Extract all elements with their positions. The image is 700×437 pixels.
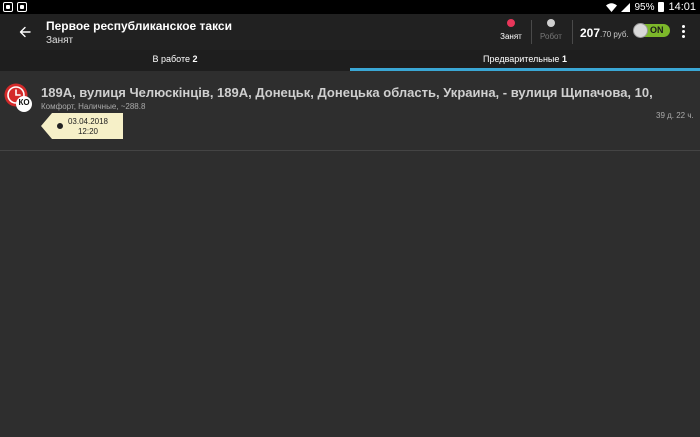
more-vert-dot	[681, 29, 685, 33]
tab-in-work-count: 2	[192, 54, 198, 64]
page-subtitle: Занят	[46, 35, 74, 46]
order-time: 12:20	[77, 127, 99, 136]
order-list-item[interactable]: КО 189А, вулиця Челюскінців, 189А, Донец…	[0, 73, 700, 151]
system-status-bar: 95% 14:01	[0, 0, 700, 14]
separator	[531, 20, 532, 44]
order-date: 03.04.2018	[67, 117, 109, 126]
battery-percent: 95%	[634, 1, 655, 13]
status-robot-button[interactable]: Робот	[533, 19, 569, 41]
notification-app-icon	[17, 2, 27, 12]
system-indicators: 95% 14:01	[606, 1, 696, 13]
tab-indicator	[350, 68, 700, 71]
tab-in-work[interactable]: В работе 2	[0, 50, 350, 71]
order-address: 189А, вулиця Челюскінців, 189А, Донецьк,…	[41, 85, 653, 100]
order-badge: КО	[18, 98, 30, 107]
more-vert-icon	[681, 24, 685, 28]
status-robot-label: Робот	[540, 32, 562, 41]
order-timer: 39 д. 22 ч.	[656, 111, 694, 120]
signal-icon	[621, 2, 631, 12]
tab-in-work-label: В работе	[152, 54, 190, 64]
order-date-tag: 03.04.2018 12:20	[41, 113, 123, 139]
notification-image-icon	[3, 2, 13, 12]
wifi-icon	[606, 2, 618, 12]
balance-amount: 207	[580, 26, 601, 40]
balance: 207.70 руб.	[580, 26, 629, 40]
clock-time: 14:01	[668, 1, 696, 13]
balance-cents: .70 руб.	[600, 30, 629, 39]
battery-icon	[658, 2, 665, 12]
status-robot-dot	[547, 19, 555, 27]
status-busy-button[interactable]: Занят	[493, 19, 529, 41]
online-toggle[interactable]: ON	[633, 23, 670, 38]
back-button[interactable]	[12, 19, 38, 45]
status-busy-dot	[507, 19, 515, 27]
more-vert-dot	[681, 34, 685, 38]
notification-icons	[3, 2, 27, 12]
toggle-knob	[633, 23, 648, 38]
app-bar: Первое республиканское такси Занят Занят…	[0, 14, 700, 50]
page-title: Первое республиканское такси	[46, 19, 232, 33]
status-busy-label: Занят	[500, 32, 522, 41]
arrow-back-icon	[19, 26, 31, 38]
tab-preliminary-label: Предварительные	[483, 54, 560, 64]
tab-preliminary-count: 1	[561, 54, 567, 64]
separator	[572, 20, 573, 44]
order-details: Комфорт, Наличные, ~288.8	[41, 102, 146, 111]
order-datetime: 03.04.2018 12:20	[55, 117, 121, 137]
toggle-label: ON	[650, 25, 664, 35]
overflow-menu-button[interactable]	[676, 19, 690, 43]
